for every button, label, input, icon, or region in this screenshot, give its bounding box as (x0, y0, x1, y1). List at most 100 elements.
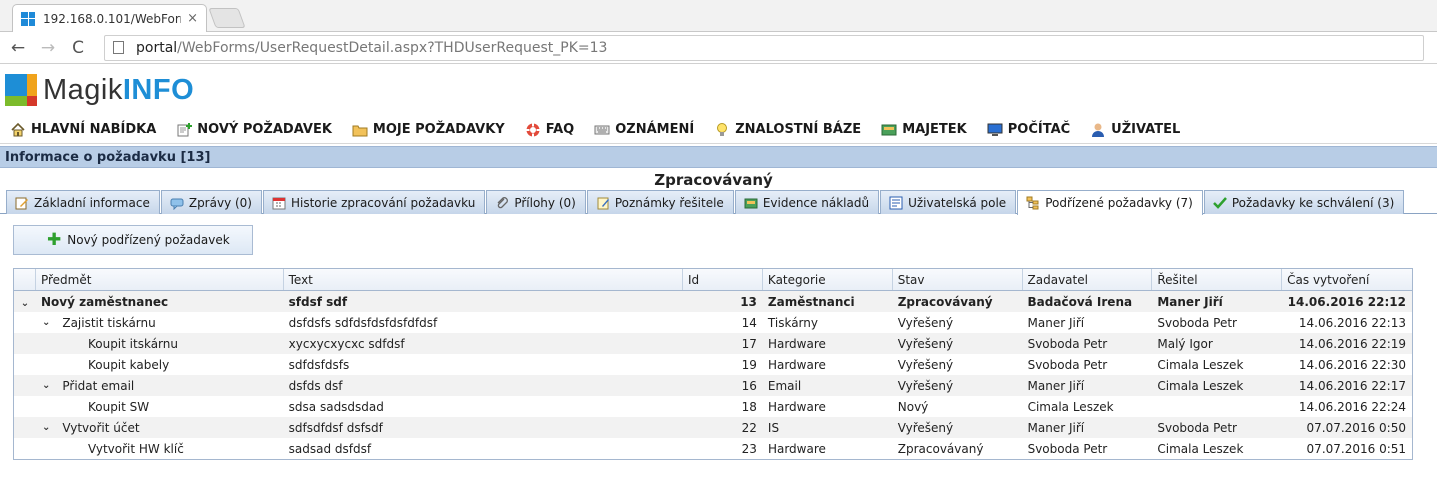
header-expand-column (14, 269, 36, 290)
tab-history[interactable]: Historie zpracování požadavku (262, 190, 486, 214)
header-resolver[interactable]: Řešitel (1152, 269, 1283, 290)
cell-resolver: Cimala Leszek (1157, 357, 1244, 372)
menu-item-label: ZNALOSTNÍ BÁZE (735, 122, 862, 137)
main-menu: HLAVNÍ NABÍDKA NOVÝ POŽADAVEK MOJE POŽAD… (0, 116, 1437, 144)
message-icon (170, 196, 184, 210)
close-icon[interactable]: × (187, 11, 198, 26)
cell-subject: ⌄ Přidat email (36, 379, 284, 393)
menu-item-label: OZNÁMENÍ (615, 122, 695, 137)
forward-arrow-icon[interactable]: → (36, 38, 60, 58)
header-created[interactable]: Čas vytvoření (1282, 269, 1412, 290)
cell-text: dsfdsfs sdfdsfdsfdsfdfdsf (288, 315, 438, 330)
page-icon (113, 41, 124, 54)
menu-item-my-requests[interactable]: MOJE POŽADAVKY (352, 122, 505, 138)
menu-item-computer[interactable]: POČÍTAČ (987, 122, 1070, 138)
cell-created: 14.06.2016 22:12 (1287, 294, 1406, 309)
header-text[interactable]: Text (284, 269, 684, 290)
cell-state: Vyřešený (897, 336, 954, 351)
cell-state: Vyřešený (897, 378, 954, 393)
cell-requester: Svoboda Petr (1027, 441, 1108, 456)
tab-label: Požadavky ke schválení (3) (1231, 195, 1395, 210)
header-requester[interactable]: Zadavatel (1023, 269, 1153, 290)
menu-item-new-request[interactable]: NOVÝ POŽADAVEK (176, 122, 332, 138)
reload-icon[interactable]: C (66, 38, 90, 58)
cell-category: IS (767, 420, 780, 435)
computer-icon (987, 122, 1003, 138)
menu-item-label: NOVÝ POŽADAVEK (197, 122, 332, 137)
cell-requester: Badačová Irena (1027, 294, 1133, 309)
logo-icon (5, 74, 37, 106)
logo[interactable]: MagikINFO (43, 74, 194, 107)
cell-resolver: Malý Igor (1157, 336, 1213, 351)
cell-category: Tiskárny (767, 315, 818, 330)
cell-subject: Nový zaměstnanec (36, 295, 284, 309)
chevron-down-icon[interactable]: ⌄ (42, 317, 50, 328)
cell-category: Hardware (767, 441, 826, 456)
table-row[interactable]: ⌄ Přidat email dsfds dsf 16 Email Vyřešený Man… (14, 375, 1412, 396)
menu-item-user[interactable]: UŽIVATEL (1090, 122, 1180, 138)
form-icon (889, 196, 903, 210)
back-arrow-icon[interactable]: ← (6, 38, 30, 58)
browser-tab[interactable]: 192.168.0.101/WebForms × (12, 4, 207, 32)
cell-id: 23 (741, 441, 757, 456)
menu-item-label: MOJE POŽADAVKY (372, 122, 505, 137)
cell-requester: Svoboda Petr (1027, 336, 1108, 351)
tab-attachments[interactable]: Přílohy (0) (486, 190, 586, 214)
chevron-down-icon[interactable]: ⌄ (42, 380, 50, 391)
table-row[interactable]: ⌄ Vytvořit účet sdfsdfdsf dsfsdf 22 IS Vyřeše… (14, 417, 1412, 438)
tab-label: Zprávy (0) (188, 195, 252, 210)
table-row[interactable]: ⌄ Nový zaměstnanec sfdsf sdf 13 Zaměstnanci Z… (14, 291, 1412, 312)
tab-approvals[interactable]: Požadavky ke schválení (3) (1203, 190, 1405, 214)
header-subject[interactable]: Předmět (36, 269, 284, 290)
header-category[interactable]: Kategorie (763, 269, 893, 290)
cell-subject: Koupit itskárnu (36, 337, 284, 351)
menu-item-label: POČÍTAČ (1007, 122, 1071, 137)
calendar-icon (272, 196, 286, 210)
menu-item-announcements[interactable]: OZNÁMENÍ (594, 122, 694, 138)
cell-requester: Svoboda Petr (1027, 357, 1108, 372)
url-input[interactable]: portal/WebForms/UserRequestDetail.aspx?T… (104, 34, 1424, 61)
cell-created: 14.06.2016 22:17 (1298, 378, 1406, 393)
tab-costs[interactable]: Evidence nákladů (734, 190, 880, 214)
address-bar-row: ← → C portal/WebForms/UserRequestDetail.… (0, 32, 1437, 64)
new-tab-button[interactable] (208, 8, 246, 28)
menu-item-assets[interactable]: MAJETEK (881, 122, 967, 138)
cell-state: Zpracovávaný (897, 294, 993, 309)
subject-text: Vytvořit účet (62, 420, 140, 435)
menu-item-faq[interactable]: FAQ (525, 122, 574, 138)
header-state[interactable]: Stav (893, 269, 1023, 290)
subject-text: Přidat email (62, 378, 135, 393)
hierarchy-icon (1026, 196, 1040, 210)
folder-icon (352, 122, 368, 138)
note-icon (596, 196, 610, 210)
cell-created: 14.06.2016 22:19 (1298, 336, 1407, 351)
table-row[interactable]: ⌄ Zajistit tiskárnu dsfdsfs sdfdsfdsfdsfdf… (14, 312, 1412, 333)
tab-resolver-notes[interactable]: Poznámky řešitele (586, 190, 734, 214)
url-host: portal (136, 39, 178, 56)
table-row[interactable]: Koupit kabely sdfdsfdsfs 19 Hardware Vyřešen… (14, 354, 1412, 375)
cell-id: 22 (741, 420, 757, 435)
header-id[interactable]: Id (683, 269, 763, 290)
table-row[interactable]: Koupit itskárnu xycxycxycxc sdfdsf 17 Hardw… (14, 333, 1412, 354)
tab-label: Základní informace (34, 195, 150, 210)
subject-text: Zajistit tiskárnu (62, 315, 156, 330)
table-row[interactable]: Vytvořit HW klíč sadsad dsfdsf 23 Hardware Z… (14, 438, 1412, 459)
cell-requester: Maner Jiří (1027, 315, 1085, 330)
tab-user-fields[interactable]: Uživatelská pole (880, 190, 1017, 214)
cell-subject: Koupit SW (36, 400, 284, 414)
add-child-request-button[interactable]: ✚ Nový podřízený požadavek (13, 225, 253, 255)
cell-subject: ⌄ Vytvořit účet (36, 421, 284, 435)
menu-item-home[interactable]: HLAVNÍ NABÍDKA (10, 122, 156, 138)
tab-child-requests[interactable]: Podřízené požadavky (7) (1017, 190, 1203, 215)
cell-text: xycxycxycxc sdfdsf (288, 336, 405, 351)
table-row[interactable]: Koupit SW sdsa sadsdsdad 18 Hardware Nový Cim… (14, 396, 1412, 417)
chevron-down-icon[interactable]: ⌄ (21, 298, 29, 309)
user-icon (1090, 122, 1106, 138)
menu-item-knowledge-base[interactable]: ZNALOSTNÍ BÁZE (714, 122, 861, 138)
chevron-down-icon[interactable]: ⌄ (42, 422, 50, 433)
cell-created: 14.06.2016 22:13 (1298, 315, 1406, 330)
cell-created: 07.07.2016 0:50 (1306, 420, 1406, 435)
tab-basic-info[interactable]: Základní informace (6, 190, 160, 214)
tab-messages[interactable]: Zprávy (0) (160, 190, 262, 214)
favicon-icon (21, 11, 35, 26)
